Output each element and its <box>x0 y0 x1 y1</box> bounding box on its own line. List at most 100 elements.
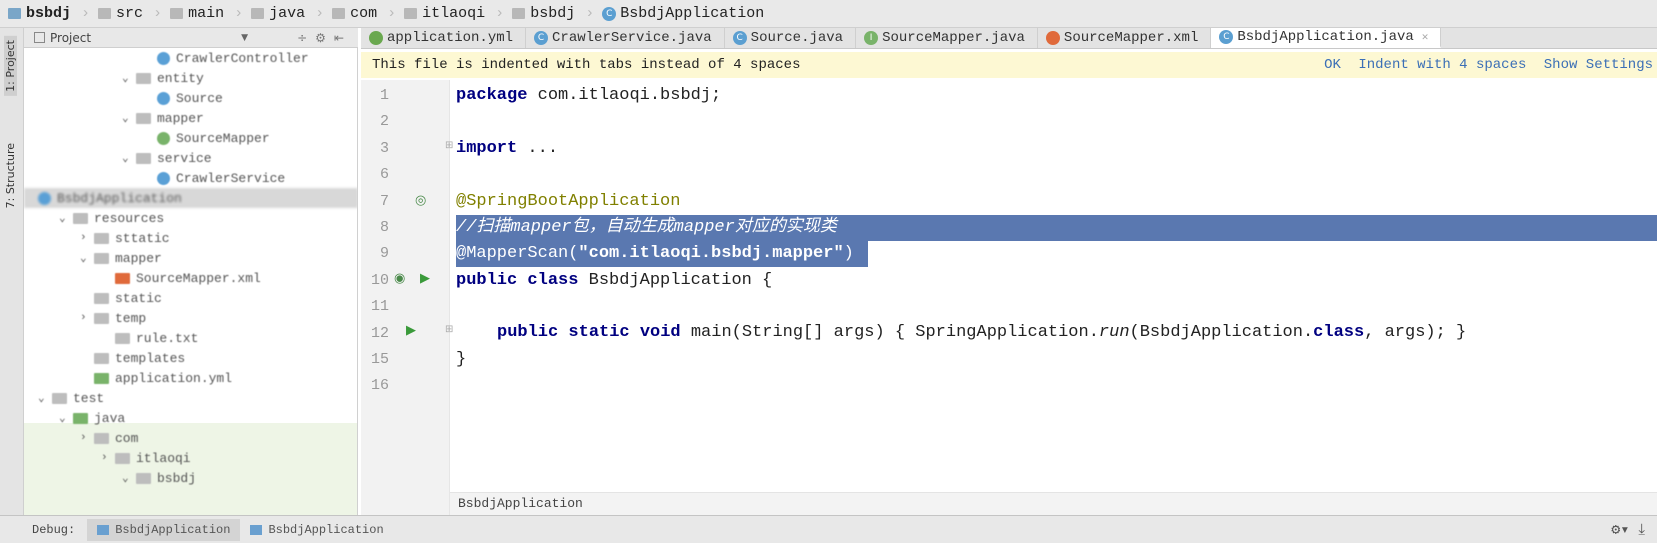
line-number: 8 <box>379 219 389 236</box>
class-icon <box>38 191 51 205</box>
tree-item-label: static <box>115 290 162 306</box>
tree-item-label: CrawlerService <box>176 170 286 186</box>
indent-with-spaces-link[interactable]: Indent with 4 spaces <box>1358 57 1526 73</box>
breadcrumb-label: bsbdj <box>26 5 72 22</box>
code-line-10: public class BsbdjApplication { <box>456 271 773 290</box>
chevron-down-icon[interactable]: ⌄ <box>122 151 136 165</box>
close-icon[interactable]: ✕ <box>1422 30 1429 44</box>
tree-item[interactable]: BsbdjApplication <box>24 188 357 208</box>
tree-item-label: entity <box>157 70 204 86</box>
breadcrumb-item[interactable]: bsbdj <box>512 5 575 22</box>
tree-item[interactable]: › temp <box>80 308 146 328</box>
folder-green-icon <box>73 412 88 424</box>
tree-item[interactable]: ⌄ bsbdj <box>122 468 196 488</box>
tree-item-label: SourceMapper.xml <box>136 270 261 286</box>
class-icon <box>157 171 170 185</box>
chevron-right-icon[interactable]: › <box>80 232 94 244</box>
breadcrumb-item[interactable]: main <box>170 5 224 22</box>
breadcrumb-label: bsbdj <box>530 5 576 22</box>
project-tree[interactable]: CrawlerController ⌄ entity Source ⌄ mapper Sou… <box>24 48 358 515</box>
chevron-down-icon[interactable]: ⌄ <box>122 111 136 125</box>
run-icon[interactable]: ▶ <box>420 271 430 286</box>
ok-link[interactable]: OK <box>1324 57 1341 73</box>
tab-application-yml[interactable]: application.yml <box>361 28 527 48</box>
folder-icon <box>52 392 67 404</box>
tree-item[interactable]: SourceMapper.xml <box>101 268 261 288</box>
tree-item[interactable]: › itlaoqi <box>101 448 191 468</box>
tree-item-label: itlaoqi <box>136 450 191 466</box>
tree-item-label: resources <box>94 210 165 226</box>
tree-item[interactable]: templates <box>80 348 185 368</box>
interface-icon: I <box>864 31 879 45</box>
tab-label: Source.java <box>750 30 844 46</box>
breadcrumb-item[interactable]: bsbdj <box>8 5 71 22</box>
line-number: 3 <box>379 139 389 157</box>
fold-icon[interactable]: ⊞ <box>445 140 453 151</box>
xml-icon <box>115 272 130 284</box>
chevron-down-icon[interactable]: ⌄ <box>59 211 73 225</box>
breadcrumb-item[interactable]: C BsbdjApplication <box>602 5 764 22</box>
tab-bsbdjapplication-java[interactable]: C BsbdjApplication.java ✕ <box>1211 28 1442 48</box>
spring-bean-icon[interactable]: ◎ <box>415 193 426 208</box>
tree-item[interactable]: ⌄ entity <box>122 68 204 88</box>
tab-source-java[interactable]: C Source.java <box>725 28 857 48</box>
gear-icon[interactable]: ⚙▾ ⤓ <box>1611 520 1645 539</box>
line-number: 2 <box>379 113 389 131</box>
tree-item[interactable]: › com <box>80 428 138 448</box>
indent-notification-bar: This file is indented with tabs instead … <box>361 52 1657 78</box>
run-main-icon[interactable]: ▶ <box>406 323 416 338</box>
show-settings-link[interactable]: Show Settings <box>1544 57 1653 73</box>
tree-item-label: com <box>115 430 139 446</box>
debug-tab[interactable]: BsbdjApplication <box>87 518 241 541</box>
chevron-right-icon[interactable]: › <box>80 312 94 324</box>
project-tool-button[interactable]: 1: Project <box>4 36 17 96</box>
folder-icon <box>115 452 130 464</box>
tab-sourcemapper-java[interactable]: I SourceMapper.java <box>856 28 1038 48</box>
breadcrumb-item[interactable]: com <box>332 5 377 22</box>
breadcrumb-separator: › <box>153 5 163 22</box>
tree-item[interactable]: ⌄ mapper <box>122 108 204 128</box>
chevron-down-icon[interactable]: ⌄ <box>122 471 136 485</box>
tree-item[interactable]: rule.txt <box>101 328 198 348</box>
chevron-down-icon[interactable]: ⌄ <box>122 71 136 85</box>
dropdown-icon[interactable]: ▼ <box>241 33 248 43</box>
folder-icon <box>512 8 526 19</box>
breadcrumb-label: src <box>116 5 144 22</box>
tree-item[interactable]: application.yml <box>80 368 232 388</box>
folder-icon <box>94 352 109 364</box>
tree-item[interactable]: ⌄ resources <box>59 208 164 228</box>
tree-item[interactable]: SourceMapper <box>143 128 270 148</box>
tree-item[interactable]: ⌄ service <box>122 148 212 168</box>
structure-tool-button[interactable]: 7: Structure <box>4 143 17 208</box>
chevron-down-icon[interactable]: ⌄ <box>59 411 73 425</box>
editor-breadcrumb[interactable]: BsbdjApplication <box>450 492 1657 515</box>
debug-tab[interactable]: BsbdjApplication <box>240 519 393 541</box>
breadcrumb-item[interactable]: itlaoqi <box>404 5 485 22</box>
tab-crawlerservice-java[interactable]: C CrawlerService.java <box>526 28 725 48</box>
fold-icon[interactable]: ⊞ <box>445 324 453 335</box>
tree-item[interactable]: › sttatic <box>80 228 170 248</box>
line-number: 7 <box>379 192 389 210</box>
breadcrumb-item[interactable]: src <box>98 5 143 22</box>
tree-item[interactable]: CrawlerService <box>143 168 285 188</box>
tree-item[interactable]: ⌄ java <box>59 408 125 428</box>
tree-item[interactable]: static <box>80 288 162 308</box>
breadcrumb-item[interactable]: java <box>251 5 305 22</box>
code-line-3: import ... <box>456 139 559 158</box>
project-panel-header: Project ▼ ÷⚙⇤ <box>24 28 358 48</box>
chevron-down-icon[interactable]: ⌄ <box>38 391 52 405</box>
panel-tools[interactable]: ÷⚙⇤ <box>297 31 352 45</box>
chevron-right-icon[interactable]: › <box>101 452 115 464</box>
tree-item[interactable]: CrawlerController <box>143 48 309 68</box>
chevron-down-icon[interactable]: ⌄ <box>80 251 94 265</box>
tree-item[interactable]: ⌄ mapper <box>80 248 162 268</box>
tree-item[interactable]: ⌄ test <box>38 388 104 408</box>
tab-sourcemapper-xml[interactable]: SourceMapper.xml <box>1038 28 1212 48</box>
tree-item-label: temp <box>115 310 147 326</box>
debug-config-icon <box>97 524 110 535</box>
folder-icon <box>94 232 109 244</box>
tree-item[interactable]: Source <box>143 88 223 108</box>
chevron-right-icon[interactable]: › <box>80 432 94 444</box>
project-panel-title[interactable]: Project <box>50 31 91 45</box>
spring-class-gutter-icon[interactable]: ◉ <box>394 271 405 286</box>
